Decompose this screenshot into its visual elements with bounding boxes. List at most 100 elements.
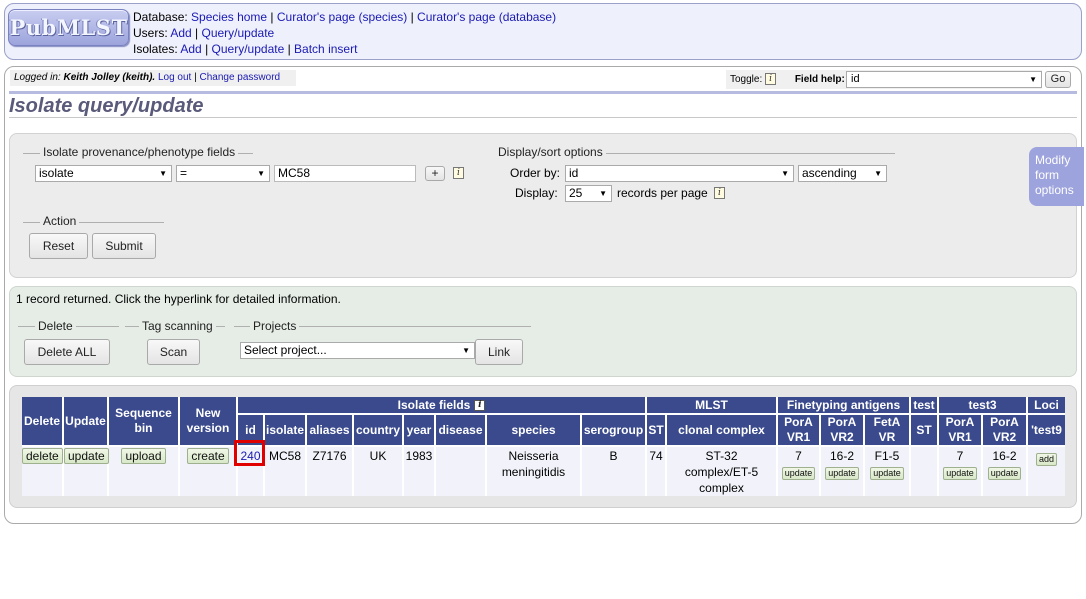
project-select[interactable]: Select project... ▼ — [240, 342, 475, 359]
logout-link[interactable]: Log out — [158, 72, 191, 83]
col-test-st: ST — [911, 415, 937, 445]
chevron-down-icon: ▼ — [599, 189, 607, 198]
results-summary: 1 record returned. Click the hyperlink f… — [16, 292, 341, 306]
database-label: Database: — [133, 10, 188, 24]
users-query-update-link[interactable]: Query/update — [202, 26, 275, 40]
operator-select[interactable]: = ▼ — [176, 165, 270, 182]
provenance-info-icon[interactable]: i — [453, 167, 464, 179]
test3-pora-vr1-update-button[interactable]: update — [943, 467, 977, 480]
feta-vr-update-button[interactable]: update — [870, 467, 904, 480]
pubmlst-logo[interactable]: PubMLST — [8, 9, 129, 46]
test3-pora-vr2-update-button[interactable]: update — [987, 467, 1022, 480]
isolates-query-update-link[interactable]: Query/update — [212, 42, 285, 56]
table-cell-isolate: MC58 — [265, 447, 305, 496]
reset-button[interactable]: Reset — [29, 233, 88, 259]
field-help-select[interactable]: id ▼ — [846, 71, 1042, 88]
sort-direction-select[interactable]: ascending ▼ — [798, 165, 887, 182]
col-disease: disease — [436, 415, 485, 445]
results-summary-box: 1 record returned. Click the hyperlink f… — [9, 286, 1077, 377]
col-test3-pora-vr1: PorA VR1 — [939, 415, 981, 445]
table-cell-feta-vr: F1-5 update — [865, 447, 909, 496]
toggle-info-icon[interactable]: i — [765, 73, 777, 86]
go-button[interactable]: Go — [1045, 71, 1071, 88]
field-help-label: Field help: — [794, 74, 845, 85]
display-sort-legend: Display/sort options — [495, 145, 606, 159]
chevron-down-icon: ▼ — [781, 169, 789, 178]
order-by-value: id — [569, 166, 579, 180]
curators-page-database-link[interactable]: Curator's page (database) — [417, 10, 556, 24]
pora-vr1-update-button[interactable]: update — [781, 467, 816, 480]
col-aliases: aliases — [307, 415, 352, 445]
users-label: Users: — [133, 26, 168, 40]
toggle-label: Toggle: — [730, 74, 763, 85]
records-per-page-select[interactable]: 25 ▼ — [565, 185, 612, 202]
col-st: ST — [647, 415, 665, 445]
chevron-down-icon: ▼ — [462, 346, 470, 355]
table-cell-serogroup: B — [582, 447, 645, 496]
species-home-link[interactable]: Species home — [191, 10, 267, 24]
table-cell-aliases: Z7176 — [307, 447, 352, 496]
add-field-button[interactable]: + — [425, 166, 445, 181]
field-select-value: isolate — [39, 166, 74, 180]
login-status: Logged in: Keith Jolley (keith). Log out… — [10, 70, 296, 86]
logged-in-user: Keith Jolley (keith). — [63, 72, 156, 83]
change-password-link[interactable]: Change password — [200, 72, 281, 83]
users-nav: Users: Add | Query/update — [133, 26, 275, 40]
isolate-fields-label: Isolate fields — [397, 397, 471, 412]
col-sequence-bin: Sequence bin — [109, 397, 178, 445]
order-by-select[interactable]: id ▼ — [565, 165, 794, 182]
delete-all-button[interactable]: Delete ALL — [24, 339, 110, 365]
col-feta-vr: FetA VR — [865, 415, 909, 445]
value-input[interactable]: MC58 — [274, 165, 416, 182]
modify-form-options-tab[interactable]: Modify form options — [1029, 147, 1084, 206]
table-cell-delete: delete — [22, 447, 63, 496]
pora-vr2-update-button[interactable]: update — [825, 467, 859, 480]
action-legend: Action — [40, 214, 80, 228]
database-nav: Database: Species home | Curator's page … — [133, 10, 557, 24]
table-cell-pora-vr1: 7 update — [778, 447, 819, 496]
pora-vr2-value: 16-2 — [829, 449, 855, 463]
table-cell-disease — [436, 447, 485, 496]
records-per-page-label: records per page — [617, 186, 708, 200]
group-isolate-fields: Isolate fields i — [238, 397, 645, 413]
col-species: species — [487, 415, 580, 445]
delete-record-button[interactable]: delete — [22, 448, 63, 464]
chevron-down-icon: ▼ — [1029, 75, 1037, 84]
scan-button[interactable]: Scan — [147, 339, 200, 365]
group-finetyping: Finetyping antigens — [778, 397, 909, 413]
col-update: Update — [64, 397, 107, 445]
group-loci: Loci — [1028, 397, 1065, 413]
submit-button[interactable]: Submit — [92, 233, 156, 259]
col-loci-test9: 'test9 — [1028, 415, 1065, 445]
isolates-nav: Isolates: Add | Query/update | Batch ins… — [133, 42, 358, 56]
link-project-button[interactable]: Link — [475, 339, 523, 365]
isolates-add-link[interactable]: Add — [180, 42, 201, 56]
create-version-button[interactable]: create — [187, 448, 229, 464]
field-help-value: id — [851, 73, 860, 85]
col-isolate: isolate — [265, 415, 305, 445]
field-select[interactable]: isolate ▼ — [35, 165, 172, 182]
table-cell-loci-test9: add — [1028, 447, 1065, 496]
col-test3-pora-vr2: PorA VR2 — [983, 415, 1026, 445]
upload-sequence-button[interactable]: upload — [121, 448, 166, 464]
loci-add-button[interactable]: add — [1035, 453, 1058, 466]
chevron-down-icon: ▼ — [874, 169, 882, 178]
users-add-link[interactable]: Add — [170, 26, 191, 40]
isolate-fields-info-icon[interactable]: i — [474, 399, 486, 411]
isolates-label: Isolates: — [133, 42, 178, 56]
col-pora-vr2: PorA VR2 — [821, 415, 863, 445]
table-cell-update: update — [64, 447, 109, 496]
curators-page-species-link[interactable]: Curator's page (species) — [277, 10, 407, 24]
group-test3: test3 — [939, 397, 1026, 413]
table-cell-year: 1983 — [404, 447, 434, 496]
table-cell-test3-pora-vr1: 7 update — [939, 447, 981, 496]
update-record-button[interactable]: update — [64, 448, 109, 464]
chevron-down-icon: ▼ — [159, 169, 167, 178]
display-info-icon[interactable]: i — [714, 187, 725, 199]
table-cell-test3-pora-vr2: 16-2 update — [983, 447, 1026, 496]
results-table: Delete Update Sequence bin New version I… — [22, 397, 1065, 496]
table-cell-species: Neisseria meningitidis — [487, 447, 580, 496]
projects-legend: Projects — [250, 319, 300, 333]
isolates-batch-insert-link[interactable]: Batch insert — [294, 42, 357, 56]
order-by-label: Order by: — [510, 166, 561, 180]
